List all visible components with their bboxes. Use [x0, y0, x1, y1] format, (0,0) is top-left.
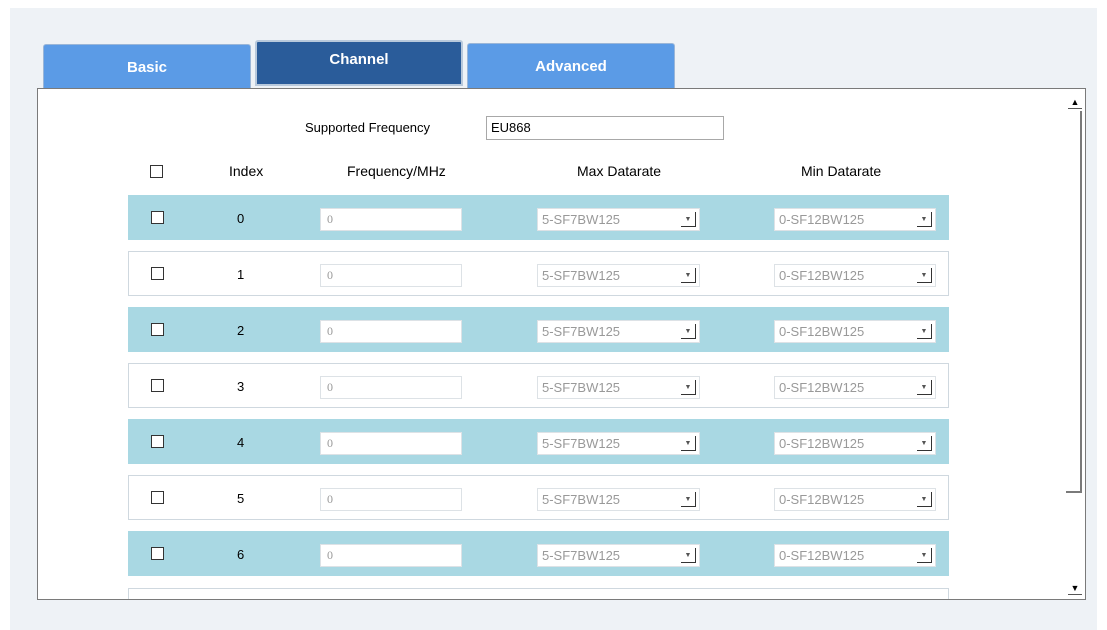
max-datarate-select[interactable]: 5-SF7BW125 ▼: [537, 376, 700, 399]
min-datarate-value: 0-SF12BW125: [779, 436, 865, 451]
frequency-input[interactable]: 0: [320, 544, 462, 567]
max-datarate-value: 5-SF7BW125: [542, 492, 621, 507]
table-row: 1 0 5-SF7BW125 ▼ 0-SF12BW125 ▼: [128, 251, 949, 296]
max-datarate-value: 5-SF7BW125: [542, 212, 621, 227]
dropdown-arrow-icon[interactable]: ▼: [681, 212, 696, 227]
header-frequency: Frequency/MHz: [347, 163, 446, 179]
channel-panel: Supported Frequency EU868 Index Frequenc…: [37, 88, 1086, 600]
dropdown-arrow-icon[interactable]: ▼: [917, 212, 932, 227]
max-datarate-value: 5-SF7BW125: [542, 548, 621, 563]
frequency-input[interactable]: 0: [320, 432, 462, 455]
table-header: Index Frequency/MHz Max Datarate Min Dat…: [128, 161, 948, 183]
min-datarate-value: 0-SF12BW125: [779, 268, 865, 283]
max-datarate-select[interactable]: 5-SF7BW125 ▼: [537, 544, 700, 567]
max-datarate-select[interactable]: 5-SF7BW125 ▼: [537, 264, 700, 287]
tab-advanced[interactable]: Advanced: [467, 43, 675, 89]
frequency-input[interactable]: 0: [320, 208, 462, 231]
row-index: 3: [237, 379, 245, 394]
table-row: 2 0 5-SF7BW125 ▼ 0-SF12BW125 ▼: [128, 307, 949, 352]
dropdown-arrow-icon[interactable]: ▼: [681, 380, 696, 395]
min-datarate-value: 0-SF12BW125: [779, 492, 865, 507]
dropdown-arrow-icon[interactable]: ▼: [681, 436, 696, 451]
supported-frequency-field[interactable]: EU868: [486, 116, 724, 140]
tab-channel[interactable]: Channel: [255, 40, 463, 86]
dropdown-arrow-icon[interactable]: ▼: [917, 324, 932, 339]
dropdown-arrow-icon[interactable]: ▼: [917, 492, 932, 507]
dropdown-arrow-icon[interactable]: ▼: [681, 548, 696, 563]
row-checkbox[interactable]: [151, 435, 164, 448]
row-index: 5: [237, 491, 245, 506]
frequency-input[interactable]: 0: [320, 488, 462, 511]
table-row: 6 0 5-SF7BW125 ▼ 0-SF12BW125 ▼: [128, 531, 949, 576]
row-index: 2: [237, 323, 245, 338]
row-checkbox[interactable]: [151, 547, 164, 560]
frequency-input[interactable]: 0: [320, 264, 462, 287]
dropdown-arrow-icon[interactable]: ▼: [681, 492, 696, 507]
max-datarate-value: 5-SF7BW125: [542, 268, 621, 283]
dropdown-arrow-icon[interactable]: ▼: [681, 268, 696, 283]
header-index: Index: [229, 163, 264, 179]
row-index: 4: [237, 435, 245, 450]
table-row: 3 0 5-SF7BW125 ▼ 0-SF12BW125 ▼: [128, 363, 949, 408]
min-datarate-value: 0-SF12BW125: [779, 380, 865, 395]
table-row-partial: [128, 588, 949, 599]
dropdown-arrow-icon[interactable]: ▼: [917, 548, 932, 563]
table-row: 0 0 5-SF7BW125 ▼ 0-SF12BW125 ▼: [128, 195, 949, 240]
tab-basic[interactable]: Basic: [43, 44, 251, 90]
row-index: 1: [237, 267, 245, 282]
max-datarate-select[interactable]: 5-SF7BW125 ▼: [537, 320, 700, 343]
min-datarate-select[interactable]: 0-SF12BW125 ▼: [774, 544, 936, 567]
max-datarate-select[interactable]: 5-SF7BW125 ▼: [537, 488, 700, 511]
table-row: 4 0 5-SF7BW125 ▼ 0-SF12BW125 ▼: [128, 419, 949, 464]
max-datarate-value: 5-SF7BW125: [542, 380, 621, 395]
row-checkbox[interactable]: [151, 267, 164, 280]
frequency-input[interactable]: 0: [320, 320, 462, 343]
dropdown-arrow-icon[interactable]: ▼: [917, 380, 932, 395]
min-datarate-select[interactable]: 0-SF12BW125 ▼: [774, 432, 936, 455]
row-index: 0: [237, 211, 245, 226]
min-datarate-select[interactable]: 0-SF12BW125 ▼: [774, 376, 936, 399]
row-checkbox[interactable]: [151, 379, 164, 392]
dropdown-arrow-icon[interactable]: ▼: [681, 324, 696, 339]
min-datarate-value: 0-SF12BW125: [779, 548, 865, 563]
max-datarate-value: 5-SF7BW125: [542, 324, 621, 339]
scroll-down-arrow-icon[interactable]: ▼: [1068, 581, 1082, 595]
dropdown-arrow-icon[interactable]: ▼: [917, 268, 932, 283]
supported-frequency-label: Supported Frequency: [305, 120, 431, 135]
min-datarate-value: 0-SF12BW125: [779, 324, 865, 339]
scroll-up-arrow-icon[interactable]: ▲: [1068, 95, 1082, 109]
max-datarate-select[interactable]: 5-SF7BW125 ▼: [537, 432, 700, 455]
min-datarate-value: 0-SF12BW125: [779, 212, 865, 227]
min-datarate-select[interactable]: 0-SF12BW125 ▼: [774, 488, 936, 511]
select-all-checkbox[interactable]: [150, 165, 163, 178]
scrollbar-thumb[interactable]: [1066, 111, 1082, 493]
header-max-datarate: Max Datarate: [577, 163, 662, 179]
frequency-input[interactable]: 0: [320, 376, 462, 399]
row-checkbox[interactable]: [151, 211, 164, 224]
row-checkbox[interactable]: [151, 323, 164, 336]
dropdown-arrow-icon[interactable]: ▼: [917, 436, 932, 451]
min-datarate-select[interactable]: 0-SF12BW125 ▼: [774, 320, 936, 343]
header-min-datarate: Min Datarate: [801, 163, 882, 179]
row-checkbox[interactable]: [151, 491, 164, 504]
min-datarate-select[interactable]: 0-SF12BW125 ▼: [774, 264, 936, 287]
vertical-scrollbar[interactable]: ▲ ▼: [1064, 89, 1085, 599]
table-row: 5 0 5-SF7BW125 ▼ 0-SF12BW125 ▼: [128, 475, 949, 520]
max-datarate-value: 5-SF7BW125: [542, 436, 621, 451]
row-index: 6: [237, 547, 245, 562]
max-datarate-select[interactable]: 5-SF7BW125 ▼: [537, 208, 700, 231]
min-datarate-select[interactable]: 0-SF12BW125 ▼: [774, 208, 936, 231]
